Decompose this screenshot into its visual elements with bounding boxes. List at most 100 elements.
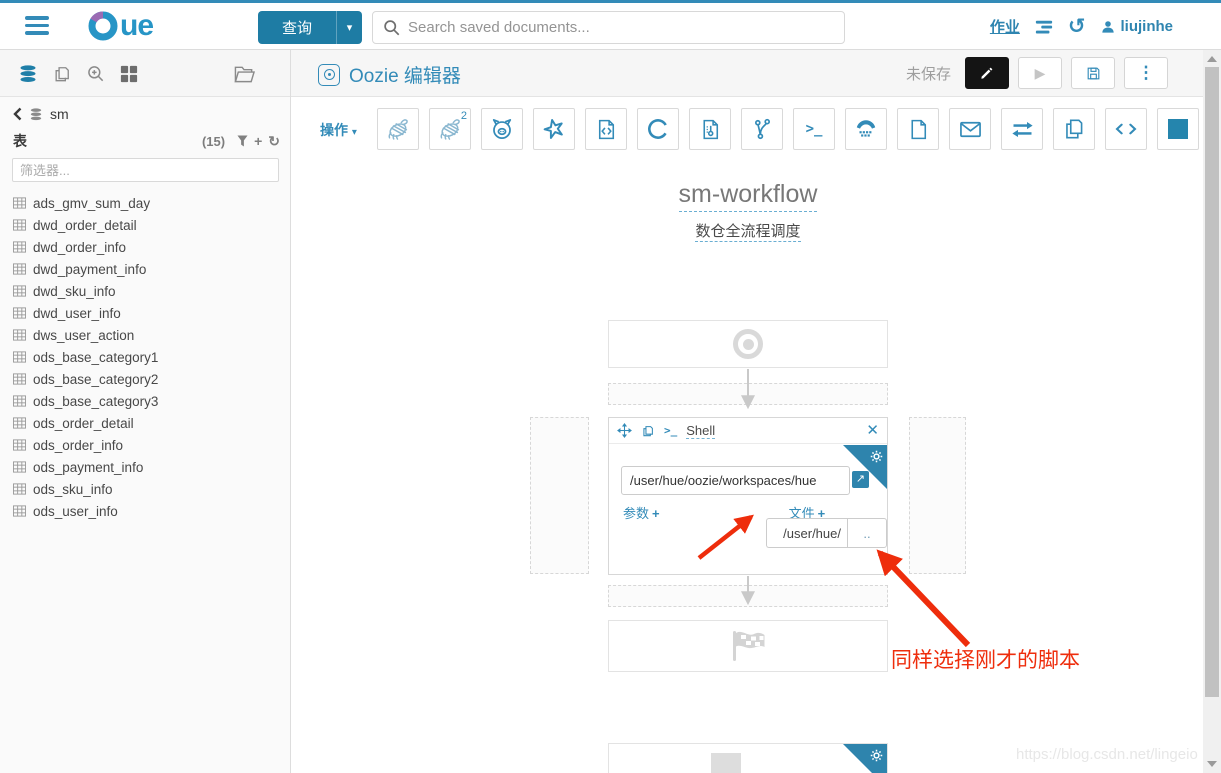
streaming-node-button[interactable]: [845, 108, 887, 150]
drop-zone[interactable]: [608, 585, 888, 607]
stop-node-button[interactable]: [1157, 108, 1199, 150]
partial-bottom-node[interactable]: [608, 743, 888, 773]
shell-icon: >_: [805, 121, 823, 137]
workflow-node-toolbar: 2 >_: [377, 108, 1199, 150]
spark-node-button[interactable]: [533, 108, 575, 150]
refresh-icon[interactable]: ↻: [268, 133, 280, 150]
start-node[interactable]: [608, 320, 888, 368]
shell-action-node[interactable]: >_ Shell ✕ ↗ 参数+ 文件+ ..: [608, 417, 888, 575]
distcp-node-button[interactable]: [1001, 108, 1043, 150]
drop-zone[interactable]: [608, 383, 888, 405]
table-item[interactable]: dws_user_action: [13, 324, 286, 346]
open-script-external-icon[interactable]: ↗: [852, 471, 869, 488]
close-node-icon[interactable]: ✕: [866, 423, 879, 438]
more-actions-button[interactable]: ⋮: [1124, 57, 1168, 89]
hive2-node-button[interactable]: 2: [429, 108, 471, 150]
oozie-icon: [318, 63, 340, 86]
filter-funnel-icon[interactable]: [237, 135, 248, 147]
edit-button[interactable]: [965, 57, 1009, 89]
table-item[interactable]: dwd_user_info: [13, 302, 286, 324]
move-icon[interactable]: [617, 423, 632, 438]
shell-type-icon: >_: [664, 424, 678, 437]
drop-zone-left[interactable]: [530, 417, 589, 574]
table-icon: [13, 417, 26, 429]
fs-node-button[interactable]: [897, 108, 939, 150]
table-name: ods_base_category2: [33, 371, 159, 387]
node-settings-gear-icon[interactable]: [869, 748, 884, 768]
table-item[interactable]: ods_order_detail: [13, 412, 286, 434]
table-item[interactable]: ods_order_info: [13, 434, 286, 456]
table-name: dwd_sku_info: [33, 283, 116, 299]
pig-node-button[interactable]: [481, 108, 523, 150]
table-item[interactable]: ods_user_info: [13, 500, 286, 522]
scroll-down-icon[interactable]: [1207, 761, 1217, 767]
table-item[interactable]: dwd_order_info: [13, 236, 286, 258]
query-dropdown-caret-icon[interactable]: ▾: [336, 11, 362, 44]
scrollbar-thumb[interactable]: [1205, 67, 1219, 697]
workflow-description[interactable]: 数仓全流程调度: [695, 220, 801, 242]
table-item[interactable]: ods_sku_info: [13, 478, 286, 500]
scroll-up-icon[interactable]: [1207, 56, 1217, 62]
user-menu[interactable]: liujinhe: [1100, 18, 1173, 35]
folder-icon[interactable]: [233, 63, 256, 84]
table-icon: [13, 197, 26, 209]
start-icon: [733, 329, 763, 359]
pig-icon: [489, 116, 515, 142]
apps-grid-icon[interactable]: [120, 65, 138, 83]
run-button[interactable]: ▶: [1018, 57, 1062, 89]
add-parameter-link[interactable]: 参数 +: [623, 503, 660, 522]
email-node-button[interactable]: [949, 108, 991, 150]
shell-node-button[interactable]: >_: [793, 108, 835, 150]
file-path-input[interactable]: [766, 518, 847, 548]
branch-icon: [750, 117, 775, 142]
table-name: dws_user_action: [33, 327, 135, 343]
subworkflow-node-button[interactable]: [1053, 108, 1095, 150]
end-node[interactable]: [608, 620, 888, 672]
hive-icon: [385, 116, 412, 143]
user-icon: [1101, 20, 1114, 33]
query-split-button: 查询 ▾: [258, 11, 362, 44]
mapreduce-node-button[interactable]: [689, 108, 731, 150]
table-item[interactable]: ods_base_category3: [13, 390, 286, 412]
subworkflow-icon: [1061, 116, 1087, 142]
drop-zone-right[interactable]: [909, 417, 966, 574]
table-name: ods_sku_info: [33, 481, 113, 497]
jobs-link[interactable]: 作业: [990, 16, 1020, 37]
table-item[interactable]: ads_gmv_sum_day: [13, 192, 286, 214]
documents-icon[interactable]: [52, 64, 72, 84]
shell-node-name[interactable]: Shell: [686, 423, 716, 439]
table-item[interactable]: ods_payment_info: [13, 456, 286, 478]
query-button[interactable]: 查询: [258, 11, 336, 44]
browse-file-button[interactable]: ..: [847, 518, 887, 548]
end-flag-icon: [733, 631, 765, 661]
hive-node-button[interactable]: [377, 108, 419, 150]
jobs-list-icon[interactable]: [1034, 18, 1054, 36]
branch-node-button[interactable]: [741, 108, 783, 150]
table-item[interactable]: ods_base_category2: [13, 368, 286, 390]
database-breadcrumb[interactable]: sm: [13, 106, 69, 122]
actions-dropdown[interactable]: 操作 ▾: [320, 120, 357, 140]
table-item[interactable]: dwd_payment_info: [13, 258, 286, 280]
node-settings-gear-icon[interactable]: [869, 449, 884, 469]
java-node-button[interactable]: [585, 108, 627, 150]
table-item[interactable]: dwd_sku_info: [13, 280, 286, 302]
stop-icon: [1168, 119, 1188, 139]
vertical-scrollbar[interactable]: [1203, 50, 1221, 773]
history-icon[interactable]: ↺: [1068, 16, 1086, 37]
zoom-in-icon[interactable]: [86, 64, 106, 84]
generic-icon: [1113, 116, 1139, 142]
generic-node-button[interactable]: [1105, 108, 1147, 150]
shell-script-path-input[interactable]: [621, 466, 850, 495]
databases-icon[interactable]: [18, 63, 38, 85]
search-input[interactable]: [408, 19, 834, 36]
workflow-name[interactable]: sm-workflow: [678, 180, 818, 212]
table-item[interactable]: dwd_order_detail: [13, 214, 286, 236]
save-button[interactable]: [1071, 57, 1115, 89]
hamburger-menu-icon[interactable]: [25, 16, 49, 39]
add-table-icon[interactable]: +: [254, 133, 262, 149]
hue-logo[interactable]: ue: [86, 9, 154, 43]
sqoop-node-button[interactable]: [637, 108, 679, 150]
copy-node-icon[interactable]: [641, 424, 655, 438]
table-item[interactable]: ods_base_category1: [13, 346, 286, 368]
table-filter-input[interactable]: [12, 158, 279, 182]
